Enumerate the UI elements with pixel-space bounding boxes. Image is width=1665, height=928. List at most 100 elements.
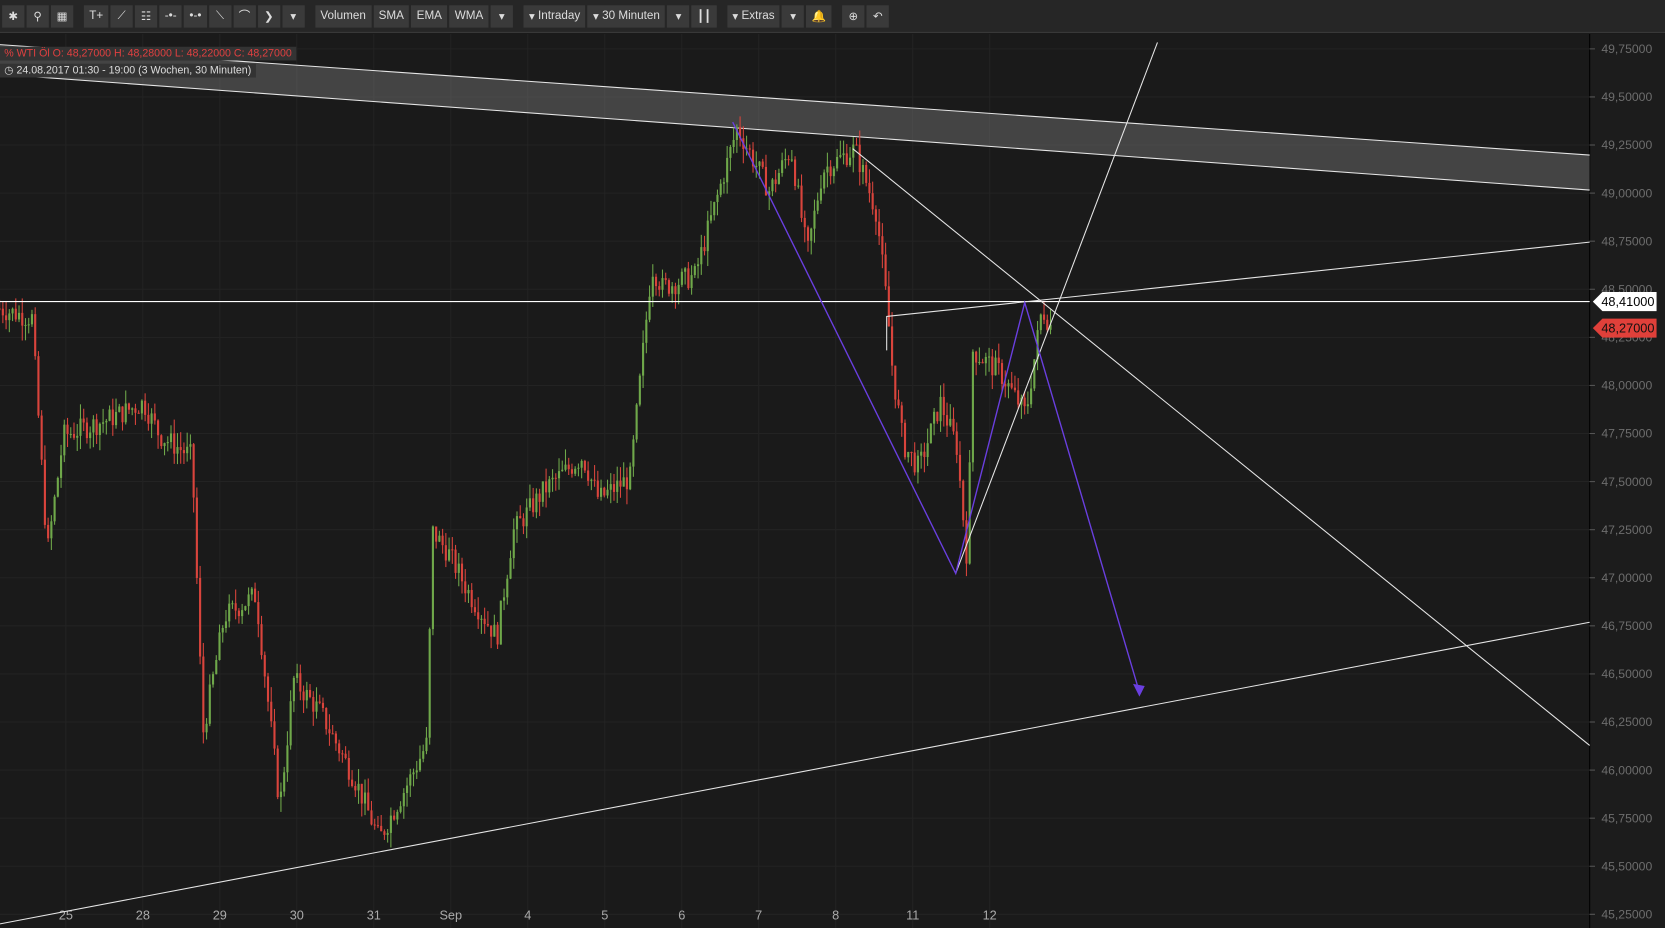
candle-body — [186, 446, 189, 454]
candle-body — [441, 535, 444, 546]
candle-body — [635, 404, 638, 440]
candle-body — [671, 286, 674, 294]
candle-body — [131, 408, 134, 410]
volumen-button[interactable]: Volumen — [315, 4, 372, 28]
candle-body — [173, 433, 176, 454]
candle-body — [732, 139, 735, 147]
candle-body — [341, 753, 344, 755]
candle-body — [806, 227, 810, 241]
candle-body — [76, 435, 79, 438]
y-tick-label: 47,50000 — [1601, 475, 1652, 489]
y-tick-label: 48,00000 — [1601, 379, 1652, 393]
zoom-icon[interactable]: ⊕ — [842, 4, 865, 28]
gear-icon[interactable]: ✱ — [2, 4, 25, 28]
candle-body — [865, 164, 868, 183]
candle-body — [609, 484, 612, 490]
candle-body — [933, 411, 936, 424]
candle-body — [383, 831, 386, 835]
candle-body — [296, 673, 299, 678]
tools-more-button[interactable]: ▾ — [282, 4, 305, 28]
horizontal-line-icon[interactable]: -•- — [159, 4, 182, 28]
candle-body — [114, 411, 118, 426]
candle-body — [308, 689, 312, 697]
candle-body — [483, 618, 486, 625]
interval-more-button[interactable]: ▾ — [667, 4, 690, 28]
indicators-more-button[interactable]: ▾ — [490, 4, 514, 28]
undo-icon[interactable]: ↶ — [866, 4, 889, 28]
candle-body — [380, 825, 383, 832]
candle-body — [279, 791, 283, 798]
extras-more-button[interactable]: ▾ — [782, 4, 805, 28]
arrow-icon[interactable]: ❯ — [257, 4, 281, 28]
candle-body — [777, 173, 780, 184]
y-tick-label: 49,25000 — [1601, 138, 1652, 152]
candle-body — [687, 268, 690, 289]
candle-body — [464, 581, 467, 594]
ohlc-text: WTI Öl O: 48,27000 H: 48,28000 L: 48,220… — [16, 47, 292, 60]
candle-body — [56, 477, 59, 497]
candle-body — [182, 450, 185, 454]
candle-body — [195, 497, 198, 578]
candle-body — [102, 422, 105, 424]
candle-body — [903, 422, 907, 458]
fibonacci-icon[interactable]: ☷ — [135, 4, 158, 28]
candle-body — [797, 185, 800, 187]
extras-dropdown[interactable]: ▾ Extras — [727, 4, 780, 28]
candle-body — [98, 423, 101, 435]
candle-body — [5, 315, 8, 321]
candle-body — [0, 308, 1, 310]
candle-body — [480, 618, 483, 620]
candle-body — [66, 424, 69, 435]
candle-body — [894, 365, 897, 400]
bell-icon[interactable]: 🔔 — [806, 4, 832, 28]
candle-body — [431, 526, 434, 630]
candle-body — [823, 172, 826, 189]
search-icon[interactable]: ⚲ — [26, 4, 49, 28]
candle-body — [276, 748, 279, 798]
candle-body — [386, 832, 389, 835]
candle-body — [884, 254, 887, 287]
candle-body — [448, 549, 451, 561]
candle-body — [289, 701, 292, 746]
candle-body — [706, 220, 709, 252]
ema-button[interactable]: EMA — [411, 4, 448, 28]
candle-body — [803, 217, 806, 228]
candle-body — [900, 405, 903, 423]
intraday-dropdown[interactable]: ▾ Intraday — [523, 4, 586, 28]
range-info: ◷ 24.08.2017 01:30 - 19:00 (3 Wochen, 30… — [0, 63, 256, 78]
candle-body — [454, 549, 457, 573]
candle-body — [816, 200, 819, 211]
candle-body — [334, 733, 337, 744]
candle-body — [625, 477, 628, 490]
wma-button[interactable]: WMA — [449, 4, 489, 28]
candle-body — [166, 442, 169, 444]
candle-body — [852, 144, 855, 158]
candle-body — [920, 451, 923, 456]
arc-icon[interactable]: ⌒ — [233, 4, 256, 28]
pen-icon[interactable]: ⟍ — [208, 4, 232, 28]
candle-body — [794, 159, 797, 186]
candle-body — [134, 408, 137, 413]
grid-icon[interactable]: ▦ — [50, 4, 74, 28]
text-tool-icon[interactable]: T+ — [83, 4, 109, 28]
sma-button[interactable]: SMA — [373, 4, 410, 28]
candle-body — [63, 424, 66, 456]
candle-body — [467, 589, 470, 594]
y-tick-label: 46,50000 — [1601, 667, 1652, 681]
candle-body — [140, 400, 143, 414]
candle-body — [790, 159, 793, 161]
candle-body — [541, 481, 544, 502]
clock-icon: ◷ — [4, 64, 14, 77]
candle-body — [632, 439, 635, 467]
candle-body — [92, 419, 95, 433]
interval-dropdown[interactable]: ▾ 30 Minuten — [587, 4, 666, 28]
segment-icon[interactable]: •-• — [184, 4, 207, 28]
line-tool-icon[interactable]: ⟋ — [110, 4, 133, 28]
candle-body — [684, 268, 687, 272]
candle-body — [347, 758, 350, 780]
y-tick-label: 45,75000 — [1601, 811, 1652, 825]
candle-body — [787, 159, 790, 161]
price-chart[interactable]: 49,75000 49,50000 49,25000 49,00000 48,75000… — [0, 33, 1665, 928]
candle-body — [988, 356, 991, 358]
candle-type-icon[interactable]: ┃┃ — [691, 4, 717, 28]
